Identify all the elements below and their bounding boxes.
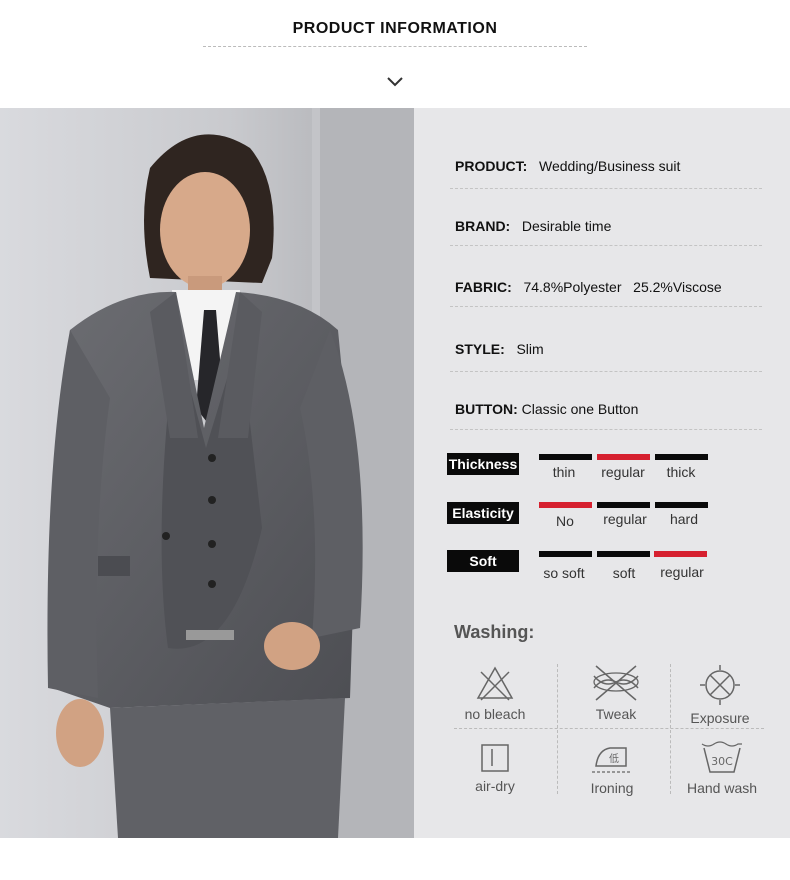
soft-option: so soft [543, 565, 585, 581]
spec-value: Wedding/Business suit [539, 158, 681, 174]
wash-item-tweak: Tweak [566, 664, 666, 722]
spec-divider [450, 188, 762, 189]
soft-option: regular [660, 564, 704, 580]
hand-wash-icon-text: 30C [711, 755, 733, 768]
elasticity-option: No [556, 513, 574, 529]
thickness-option: thin [552, 464, 576, 480]
iron-icon-text: 低 [609, 752, 619, 765]
wash-label: Ironing [590, 780, 634, 796]
elasticity-option: regular [603, 511, 647, 527]
wash-label: Tweak [595, 706, 637, 722]
no-bleach-icon [476, 666, 514, 701]
soft-seg-2 [654, 551, 707, 557]
thickness-seg-0 [539, 454, 592, 460]
no-wring-icon [593, 665, 639, 701]
chevron-down-icon [387, 77, 403, 87]
wash-item-hand-wash: 30C Hand wash [672, 740, 772, 796]
spec-divider [450, 306, 762, 307]
spec-label: PRODUCT: [455, 158, 528, 174]
wash-label: Hand wash [686, 780, 758, 796]
wash-item-no-bleach: no bleach [445, 664, 545, 722]
washing-divider [454, 728, 764, 729]
wash-item-exposure: Exposure [670, 664, 770, 726]
thickness-seg-1 [597, 454, 650, 460]
spec-label: BRAND: [455, 218, 511, 234]
elasticity-seg-0 [539, 502, 592, 508]
thickness-label: Thickness [447, 453, 519, 475]
spec-value: Classic one Button [521, 401, 639, 417]
washing-title: Washing: [454, 622, 535, 642]
washing-divider [557, 664, 558, 794]
title-divider [203, 46, 587, 47]
spec-divider [450, 245, 762, 246]
elasticity-seg-2 [655, 502, 708, 508]
product-photo [0, 108, 414, 838]
spec-button: BUTTON: Classic one Button [455, 401, 761, 417]
wash-label: air-dry [475, 778, 515, 794]
iron-low-icon: 低 [592, 747, 632, 773]
spec-brand: BRAND: Desirable time [455, 218, 761, 234]
spec-divider [450, 371, 762, 372]
spec-fabric: FABRIC: 74.8%Polyester 25.2%Viscose [455, 279, 761, 295]
soft-option: soft [612, 565, 636, 581]
elasticity-seg-1 [597, 502, 650, 508]
thickness-option: thick [666, 464, 696, 480]
spec-divider [450, 429, 762, 430]
wash-item-ironing: 低 Ironing [562, 740, 662, 796]
wash-label: no bleach [464, 706, 526, 722]
spec-value: Slim [516, 341, 544, 357]
elasticity-option: hard [669, 511, 699, 527]
thickness-option: regular [601, 464, 645, 480]
spec-style: STYLE: Slim [455, 341, 761, 357]
hand-wash-icon: 30C [701, 741, 742, 773]
spec-label: BUTTON: [455, 401, 518, 417]
no-sun-exposure-icon [700, 665, 740, 705]
soft-seg-1 [597, 551, 650, 557]
spec-label: STYLE: [455, 341, 505, 357]
elasticity-label: Elasticity [447, 502, 519, 524]
wash-label: Exposure [690, 710, 750, 726]
soft-seg-0 [539, 551, 592, 557]
spec-value: Desirable time [521, 218, 612, 234]
soft-label: Soft [447, 550, 519, 572]
spec-value: 74.8%Polyester 25.2%Viscose [523, 279, 722, 295]
air-dry-icon [481, 744, 509, 772]
section-title: PRODUCT INFORMATION [292, 20, 498, 37]
spec-label: FABRIC: [455, 279, 512, 295]
wash-item-air-dry: air-dry [445, 742, 545, 794]
product-info-panel: PRODUCT: Wedding/Business suit BRAND: De… [414, 108, 790, 838]
spec-product: PRODUCT: Wedding/Business suit [455, 158, 761, 174]
thickness-seg-2 [655, 454, 708, 460]
